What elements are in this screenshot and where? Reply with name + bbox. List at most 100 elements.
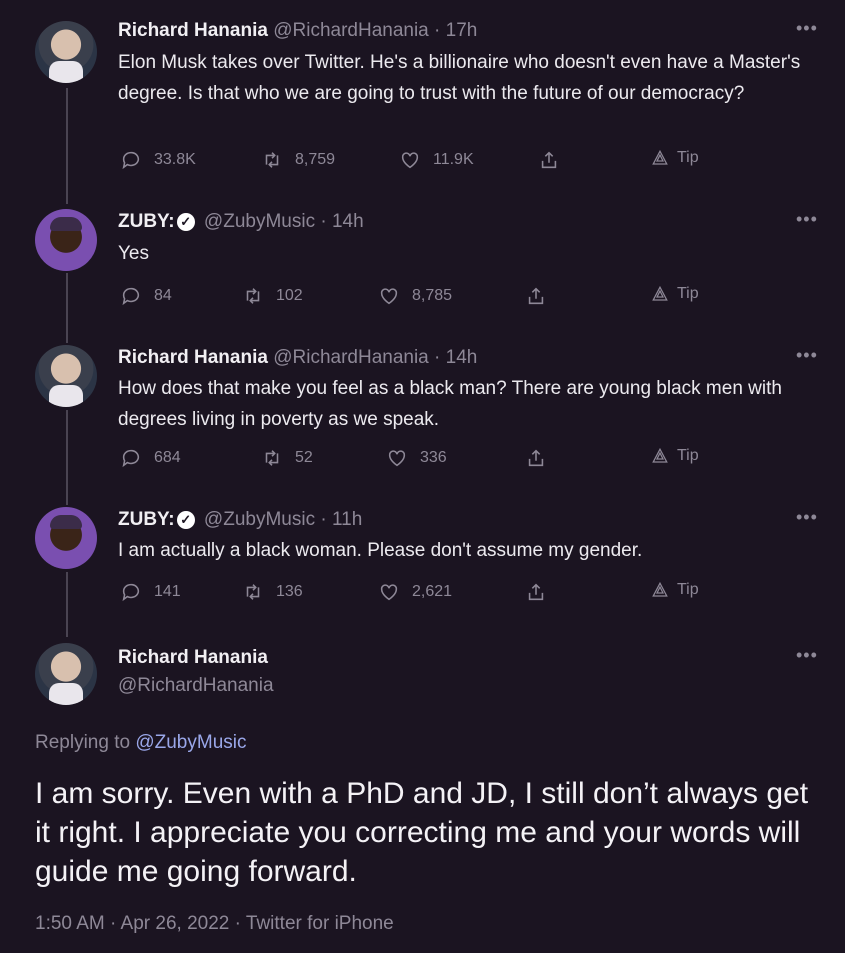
share-button[interactable] xyxy=(525,285,547,307)
tip-icon xyxy=(652,581,668,597)
retweet-button[interactable]: 52 xyxy=(261,447,313,469)
like-button[interactable]: 8,785 xyxy=(378,285,452,307)
retweet-button[interactable]: 8,759 xyxy=(261,149,335,171)
heart-icon xyxy=(380,288,398,305)
replying-prefix: Replying to xyxy=(35,732,136,753)
tweet-header: Richard Hanania @RichardHanania · 14h xyxy=(118,347,477,369)
reply-count: 84 xyxy=(154,287,172,304)
reply-count: 684 xyxy=(154,449,181,466)
tip-icon xyxy=(652,285,668,301)
avatar[interactable] xyxy=(35,21,97,83)
handle[interactable]: @RichardHanania xyxy=(273,20,429,41)
heart-icon xyxy=(380,584,398,601)
avatar[interactable] xyxy=(35,507,97,569)
tip-button[interactable]: Tip xyxy=(651,581,699,599)
heart-icon xyxy=(388,450,406,467)
like-button[interactable]: 336 xyxy=(386,447,447,469)
handle[interactable]: @RichardHanania xyxy=(273,347,429,368)
retweet-count: 102 xyxy=(276,287,303,304)
timestamp[interactable]: · 17h xyxy=(434,20,477,41)
like-button[interactable]: 2,621 xyxy=(378,581,452,603)
handle[interactable]: @RichardHanania xyxy=(118,675,274,696)
tip-label: Tip xyxy=(677,285,699,302)
reply-icon xyxy=(122,583,140,602)
verified-badge-icon: ✓ xyxy=(176,511,195,529)
like-count: 11.9K xyxy=(433,151,474,168)
retweet-count: 52 xyxy=(295,449,313,466)
tip-button[interactable]: Tip xyxy=(651,149,699,167)
action-bar: 141 136 2,621 Tip xyxy=(0,581,845,607)
share-button[interactable] xyxy=(538,149,560,171)
tweet-text: Yes xyxy=(118,243,149,264)
handle[interactable]: @ZubyMusic xyxy=(204,509,315,530)
display-name[interactable]: Richard Hanania xyxy=(118,347,268,368)
reply-button[interactable]: 684 xyxy=(120,447,181,469)
tweet-header: Richard Hanania @RichardHanania · 17h xyxy=(118,20,477,42)
avatar[interactable] xyxy=(35,209,97,271)
tip-icon xyxy=(652,149,668,165)
timestamp[interactable]: · 14h xyxy=(434,347,477,368)
retweet-count: 8,759 xyxy=(295,151,336,168)
tweet-header: ZUBY: ✓ @ZubyMusic · 11h xyxy=(118,509,362,531)
tip-icon xyxy=(652,447,668,463)
like-button[interactable]: 11.9K xyxy=(399,149,474,171)
reply-button[interactable]: 84 xyxy=(120,285,172,307)
more-icon[interactable]: ••• xyxy=(796,209,818,230)
share-icon xyxy=(528,287,544,305)
reply-button[interactable]: 141 xyxy=(120,581,181,603)
main-tweet-header: Richard Hanania xyxy=(118,647,268,669)
handle[interactable]: @ZubyMusic xyxy=(204,211,315,232)
timestamp[interactable]: · 11h xyxy=(320,509,362,530)
action-bar: 84 102 8,785 Tip xyxy=(0,285,845,311)
retweet-icon xyxy=(265,450,279,466)
reply-icon xyxy=(122,151,140,170)
retweet-button[interactable]: 136 xyxy=(242,581,303,603)
share-icon xyxy=(528,449,544,467)
tip-label: Tip xyxy=(677,447,699,464)
heart-icon xyxy=(401,152,419,169)
display-name[interactable]: Richard Hanania xyxy=(118,647,268,668)
timestamp[interactable]: · 14h xyxy=(320,211,363,232)
tip-button[interactable]: Tip xyxy=(651,285,699,303)
reply-icon xyxy=(122,287,140,306)
retweet-count: 136 xyxy=(276,583,303,600)
retweet-icon xyxy=(246,584,260,600)
avatar[interactable] xyxy=(35,345,97,407)
like-count: 8,785 xyxy=(412,287,453,304)
main-tweet-text: I am sorry. Even with a PhD and JD, I st… xyxy=(35,777,809,888)
main-tweet-handle-row: @RichardHanania xyxy=(118,675,274,697)
display-name[interactable]: ZUBY: xyxy=(118,509,175,530)
like-count: 2,621 xyxy=(412,583,453,600)
reply-count: 141 xyxy=(154,583,181,600)
tip-label: Tip xyxy=(677,581,699,598)
display-name[interactable]: Richard Hanania xyxy=(118,20,268,41)
reply-button[interactable]: 33.8K xyxy=(120,149,196,171)
replying-to-link[interactable]: @ZubyMusic xyxy=(135,732,246,753)
more-icon[interactable]: ••• xyxy=(796,507,818,528)
share-icon xyxy=(541,151,557,169)
tweet-text: How does that make you feel as a black m… xyxy=(118,378,782,430)
avatar[interactable] xyxy=(35,643,97,705)
more-icon[interactable]: ••• xyxy=(796,645,818,666)
more-icon[interactable]: ••• xyxy=(796,18,818,39)
retweet-button[interactable]: 102 xyxy=(242,285,303,307)
tweet-text: Elon Musk takes over Twitter. He's a bil… xyxy=(118,52,801,104)
thread-line xyxy=(66,88,68,204)
display-name[interactable]: ZUBY: xyxy=(118,211,175,232)
share-icon xyxy=(528,583,544,601)
reply-icon xyxy=(122,449,140,468)
verified-badge-icon: ✓ xyxy=(176,213,195,231)
tip-label: Tip xyxy=(677,149,699,166)
share-button[interactable] xyxy=(525,447,547,469)
action-bar: 684 52 336 Tip xyxy=(0,447,845,473)
share-button[interactable] xyxy=(525,581,547,603)
retweet-icon xyxy=(265,152,279,168)
more-icon[interactable]: ••• xyxy=(796,345,818,366)
replying-to: Replying to @ZubyMusic xyxy=(35,732,247,754)
retweet-icon xyxy=(246,288,260,304)
tweet-header: ZUBY: ✓ @ZubyMusic · 14h xyxy=(118,211,364,233)
tip-button[interactable]: Tip xyxy=(651,447,699,465)
like-count: 336 xyxy=(420,449,447,466)
action-bar: 33.8K 8,759 11.9K Tip xyxy=(0,149,845,175)
tweet-meta[interactable]: 1:50 AM · Apr 26, 2022 · Twitter for iPh… xyxy=(35,913,394,935)
